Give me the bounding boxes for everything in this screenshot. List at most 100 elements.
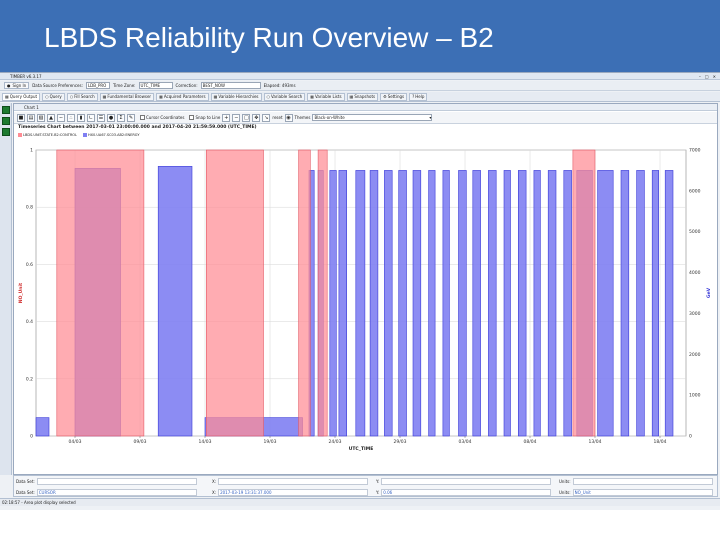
- tab-settings[interactable]: ⚙ Settings: [380, 92, 408, 101]
- tab-acquired-parameters[interactable]: ▦ Acquired Parameters: [156, 92, 209, 101]
- energy-area-segment: [458, 170, 467, 437]
- energy-area-segment: [563, 170, 572, 437]
- tab-label: Query Output: [9, 94, 38, 99]
- chart-export-icon[interactable]: [2, 117, 10, 125]
- pan-icon[interactable]: ✥: [252, 113, 261, 122]
- checkbox-box: [189, 115, 195, 120]
- y-left-tick-label: 0.2: [26, 376, 33, 382]
- y-right-tick-label: 6000: [689, 188, 701, 194]
- zoom-box-icon[interactable]: □: [242, 113, 251, 122]
- energy-area-segment: [428, 170, 436, 437]
- themes-label: Themes: [294, 115, 311, 120]
- data-set-field[interactable]: CURSOR: [36, 489, 197, 496]
- tab-help[interactable]: ? Help: [409, 92, 428, 101]
- x-field[interactable]: 2017-03-19 13:31:37.000: [218, 489, 369, 496]
- energy-area-segment: [442, 170, 450, 437]
- correction-select[interactable]: BEST_NOW: [200, 82, 261, 89]
- x-cell: X:: [212, 478, 369, 485]
- x-tick-label: 08/04: [524, 439, 537, 445]
- parameters-icon: ▦: [159, 94, 163, 99]
- y-left-tick-label: 0: [30, 434, 33, 440]
- legend-icon[interactable]: ☰: [97, 113, 105, 122]
- y-right-tick-label: 3000: [689, 311, 701, 317]
- y-right-tick-label: 4000: [689, 270, 701, 276]
- copy-icon[interactable]: ▧: [37, 113, 45, 122]
- sign-in-button[interactable]: ● Sign In: [4, 82, 30, 89]
- y-left-tick-label: 0.4: [26, 319, 33, 325]
- theme-select[interactable]: Black-on-White ▾: [312, 114, 433, 121]
- tab-query[interactable]: ○ Query: [42, 92, 65, 101]
- zoom-out-icon[interactable]: −: [232, 113, 241, 122]
- tab-label: Variable Lists: [315, 94, 342, 99]
- energy-area-segment: [384, 170, 393, 437]
- y-field[interactable]: 0.06: [381, 489, 552, 496]
- tab-label: Acquired Parameters: [163, 94, 206, 99]
- chart-toolbar: ■ ▤ ▧ ▲ ∼ ∴ ▮ ∟ ☰ ● Σ ✎ Cursor Coordinat…: [14, 112, 717, 124]
- y-left-tick-label: 0.6: [26, 262, 33, 268]
- properties-icon[interactable]: ✎: [127, 113, 135, 122]
- area-chart[interactable]: 0 0.2 0.4 0.6 0.8 1 0 1000 2000 3000 4000 5000 6000 7…: [14, 140, 717, 474]
- x-field[interactable]: [218, 478, 369, 485]
- measure-icon[interactable]: ↘: [262, 113, 271, 122]
- fill-search-icon: ○: [69, 94, 74, 99]
- control-state-segment: [298, 149, 311, 437]
- y-left-axis-title: NO_Unit: [18, 282, 24, 303]
- area-plot-icon[interactable]: ▲: [47, 113, 55, 122]
- tab-fundamental-browser[interactable]: ▦ Fundamental Browser: [99, 92, 155, 101]
- excel-export-icon[interactable]: [2, 106, 10, 114]
- x-tick-label: 13/04: [589, 439, 602, 445]
- tab-variable-hierarchies[interactable]: ▦ Variable Hierarchies: [210, 92, 262, 101]
- save-icon[interactable]: ■: [17, 113, 25, 122]
- tab-query-output[interactable]: ▦ Query Output: [2, 92, 41, 101]
- tab-fill-search[interactable]: ○ Fill Search: [66, 92, 98, 101]
- scatter-plot-icon[interactable]: ∴: [67, 113, 75, 122]
- color-icon[interactable]: ●: [107, 113, 115, 122]
- reset-label[interactable]: reset: [272, 115, 282, 120]
- minimize-icon[interactable]: –: [699, 74, 701, 79]
- main-tabs: ▦ Query Output ○ Query ○ Fill Search ▦ Funda…: [0, 92, 720, 102]
- snap-to-line-checkbox[interactable]: Snap to Line: [189, 115, 220, 120]
- data-source-label: Data Source Preferences:: [32, 83, 83, 88]
- legend-item[interactable]: HX0.UA67.SC03.AB2:ENERGY: [83, 133, 139, 137]
- close-icon[interactable]: ✕: [713, 74, 716, 79]
- search-icon: ○: [266, 94, 271, 99]
- tab-variable-lists[interactable]: ▦ Variable Lists: [307, 92, 345, 101]
- legend-item[interactable]: LBDS.UNIT.STATE.B2:CONTROL: [18, 133, 77, 137]
- maximize-icon[interactable]: □: [705, 74, 709, 79]
- grid-view-icon[interactable]: [2, 128, 10, 136]
- x-cell: X: 2017-03-19 13:31:37.000: [212, 489, 369, 496]
- stats-icon[interactable]: Σ: [117, 113, 125, 122]
- print-icon[interactable]: ▤: [27, 113, 35, 122]
- energy-area-segment: [472, 170, 481, 437]
- chart-legend: LBDS.UNIT.STATE.B2:CONTROL HX0.UA67.SC03…: [18, 132, 139, 138]
- units-field[interactable]: [572, 478, 713, 485]
- data-set-field[interactable]: [36, 478, 197, 485]
- bar-plot-icon[interactable]: ▮: [77, 113, 85, 122]
- energy-area-segment: [157, 166, 193, 437]
- x-tick-label: 24/03: [329, 439, 342, 445]
- legend-label: LBDS.UNIT.STATE.B2:CONTROL: [23, 133, 77, 137]
- chart-tab[interactable]: Chart 1: [14, 104, 717, 111]
- gear-icon: ⚙: [383, 94, 387, 99]
- units-field[interactable]: NO_Unit: [572, 489, 713, 496]
- energy-area-segment: [398, 170, 407, 437]
- tab-variable-search[interactable]: ○ Variable Search: [263, 92, 306, 101]
- x-tick-label: 19/03: [264, 439, 277, 445]
- units-cell: Units: NO_Unit: [559, 489, 713, 496]
- legend-swatch: [18, 133, 22, 137]
- axes-icon[interactable]: ∟: [87, 113, 95, 122]
- zoom-in-icon[interactable]: +: [222, 113, 231, 122]
- data-source-select[interactable]: LDB_PRO: [85, 82, 110, 89]
- data-set-cell: Data Set: CURSOR: [16, 489, 197, 496]
- output-icon: ▦: [5, 94, 9, 99]
- line-plot-icon[interactable]: ∼: [57, 113, 65, 122]
- time-zone-select[interactable]: UTC_TIME: [138, 82, 173, 89]
- tab-label: Snapshots: [354, 94, 376, 99]
- tab-snapshots[interactable]: ▦ Snapshots: [346, 92, 379, 101]
- correction-label: Correction:: [175, 83, 198, 88]
- query-icon: ○: [45, 94, 49, 99]
- tab-label: Settings: [387, 94, 405, 99]
- energy-area-segment: [664, 170, 674, 437]
- y-field[interactable]: [381, 478, 552, 485]
- cursor-coordinates-checkbox[interactable]: Cursor Coordinates: [140, 115, 184, 120]
